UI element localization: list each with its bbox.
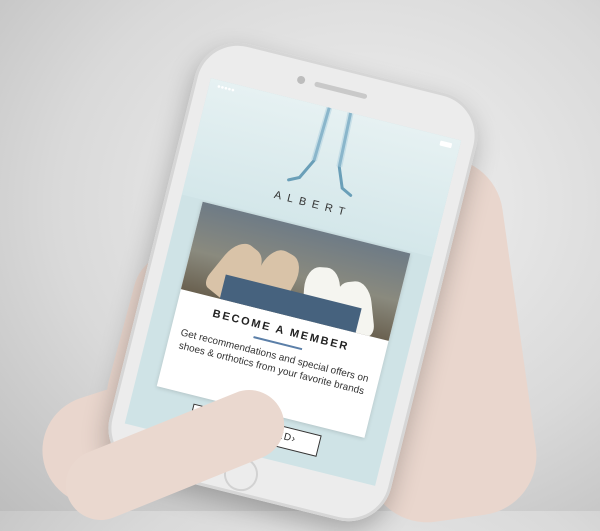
battery-icon xyxy=(439,140,453,148)
signal-icon: ●●●●● ︎ xyxy=(216,83,237,95)
front-camera xyxy=(296,75,306,85)
card-body: Get recommendations and special offers o… xyxy=(177,327,370,398)
speaker-grille xyxy=(313,81,368,100)
